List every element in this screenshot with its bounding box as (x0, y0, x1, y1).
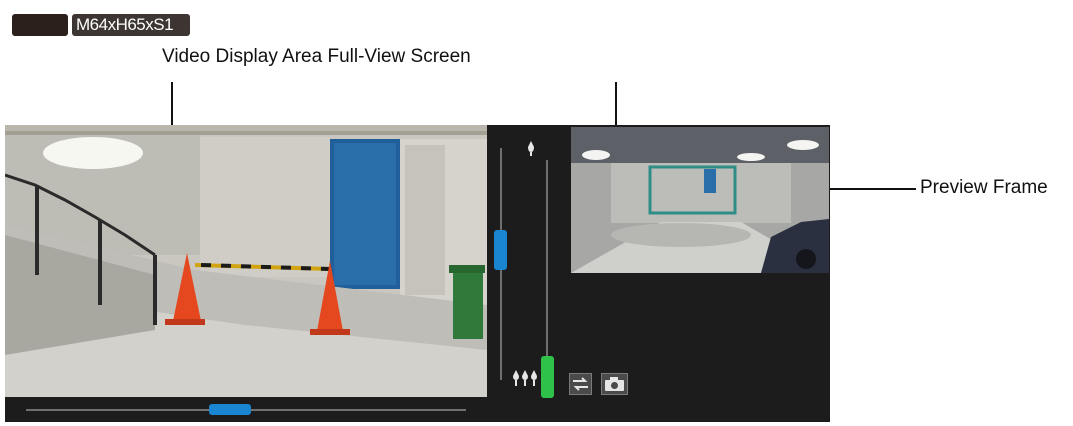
video-area-leader-line (171, 82, 173, 126)
full-view-preview-image (571, 127, 829, 273)
video-display-area-label: Video Display Area Full-View Screen (162, 46, 471, 67)
swap-view-button[interactable] (569, 373, 592, 395)
focus-slider[interactable] (541, 356, 554, 398)
preview-frame-label: Preview Frame (920, 177, 1048, 198)
wide-icon[interactable] (512, 369, 538, 387)
tele-icon[interactable] (526, 140, 536, 156)
preview-frame[interactable] (571, 127, 829, 273)
header-dark-tag (12, 14, 68, 36)
snapshot-icon (605, 377, 624, 391)
swap-view-icon (573, 377, 588, 391)
full-view-leader-line (615, 82, 617, 127)
model-tag: M64xH65xS1 (72, 14, 190, 36)
video-display-area[interactable] (5, 125, 487, 397)
parking-garage-camera-image (5, 125, 487, 397)
zoom-slider[interactable] (494, 230, 507, 270)
horizontal-position-slider[interactable] (209, 404, 251, 415)
snapshot-button[interactable] (601, 373, 628, 395)
